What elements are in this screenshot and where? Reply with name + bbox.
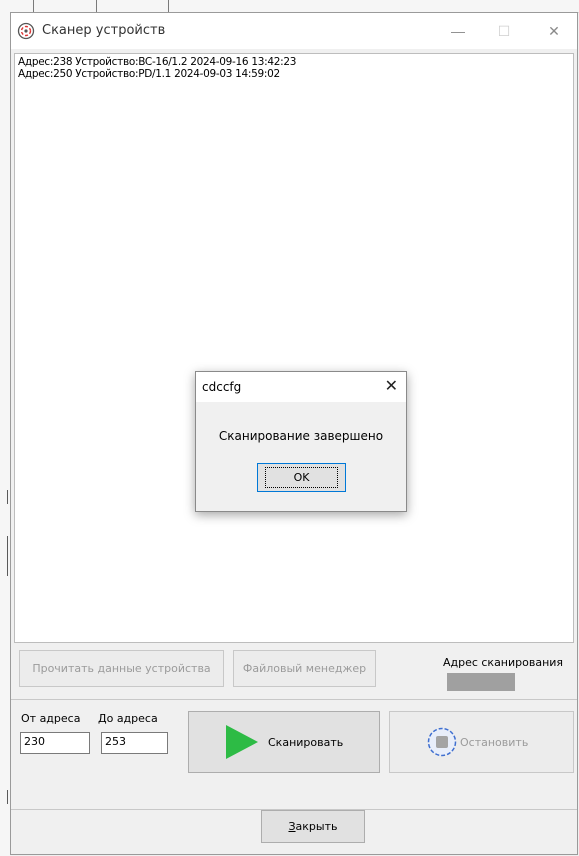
- ok-button[interactable]: OK: [257, 463, 346, 492]
- minimize-icon: —: [451, 23, 465, 39]
- background-window-edge: [0, 12, 10, 856]
- scan-address-indicator: [447, 673, 515, 691]
- dialog-close-icon[interactable]: ✕: [385, 376, 398, 396]
- maximize-button[interactable]: ☐: [481, 13, 527, 49]
- list-item[interactable]: Адрес:238 Устройство:BC-16/1.2 2024-09-1…: [18, 56, 570, 68]
- to-address-field[interactable]: 253: [101, 732, 168, 754]
- divider: [11, 699, 577, 700]
- to-address-label: До адреса: [98, 712, 158, 725]
- ok-label: OK: [264, 467, 339, 488]
- dialog-title: cdccfg: [202, 380, 242, 394]
- from-address-field[interactable]: 230: [20, 732, 90, 754]
- from-address-label: От адреса: [21, 712, 81, 725]
- scan-results-list[interactable]: Адрес:238 Устройство:BC-16/1.2 2024-09-1…: [14, 53, 574, 643]
- close-icon: ✕: [548, 22, 560, 39]
- list-item[interactable]: Адрес:250 Устройство:PD/1.1 2024-09-03 1…: [18, 68, 570, 80]
- maximize-icon: ☐: [497, 22, 511, 39]
- stop-icon: [427, 727, 457, 757]
- scan-button[interactable]: Сканировать: [188, 711, 380, 773]
- close-window-button[interactable]: ✕: [531, 13, 577, 49]
- background-divider: [7, 536, 8, 576]
- close-button[interactable]: Закрыть: [261, 810, 365, 843]
- close-label: акрыть: [295, 820, 338, 833]
- file-manager-label: Файловый менеджер: [242, 662, 367, 675]
- background-divider: [7, 790, 8, 804]
- stop-label: Остановить: [460, 735, 529, 749]
- stop-button[interactable]: Остановить: [389, 711, 574, 773]
- minimize-button[interactable]: —: [435, 13, 481, 49]
- dialog-title-bar[interactable]: cdccfg ✕: [196, 372, 406, 402]
- app-icon: [17, 22, 35, 40]
- scan-label: Сканировать: [268, 735, 344, 749]
- title-bar[interactable]: Сканер устройств — ☐ ✕: [11, 13, 577, 49]
- background-divider: [33, 0, 34, 12]
- read-device-data-button[interactable]: Прочитать данные устройства: [19, 650, 224, 687]
- file-manager-button[interactable]: Файловый менеджер: [233, 650, 376, 687]
- background-divider: [7, 490, 8, 504]
- dialog-message: Сканирование завершено: [218, 429, 384, 443]
- close-mnemonic: З: [288, 820, 296, 833]
- scan-address-label: Адрес сканирования: [442, 656, 564, 669]
- play-icon: [226, 725, 258, 759]
- window-title: Сканер устройств: [42, 23, 166, 38]
- background-divider: [96, 0, 97, 12]
- message-dialog: cdccfg ✕ Сканирование завершено OK: [195, 371, 407, 512]
- read-device-data-label: Прочитать данные устройства: [32, 662, 211, 675]
- background-divider: [168, 0, 169, 12]
